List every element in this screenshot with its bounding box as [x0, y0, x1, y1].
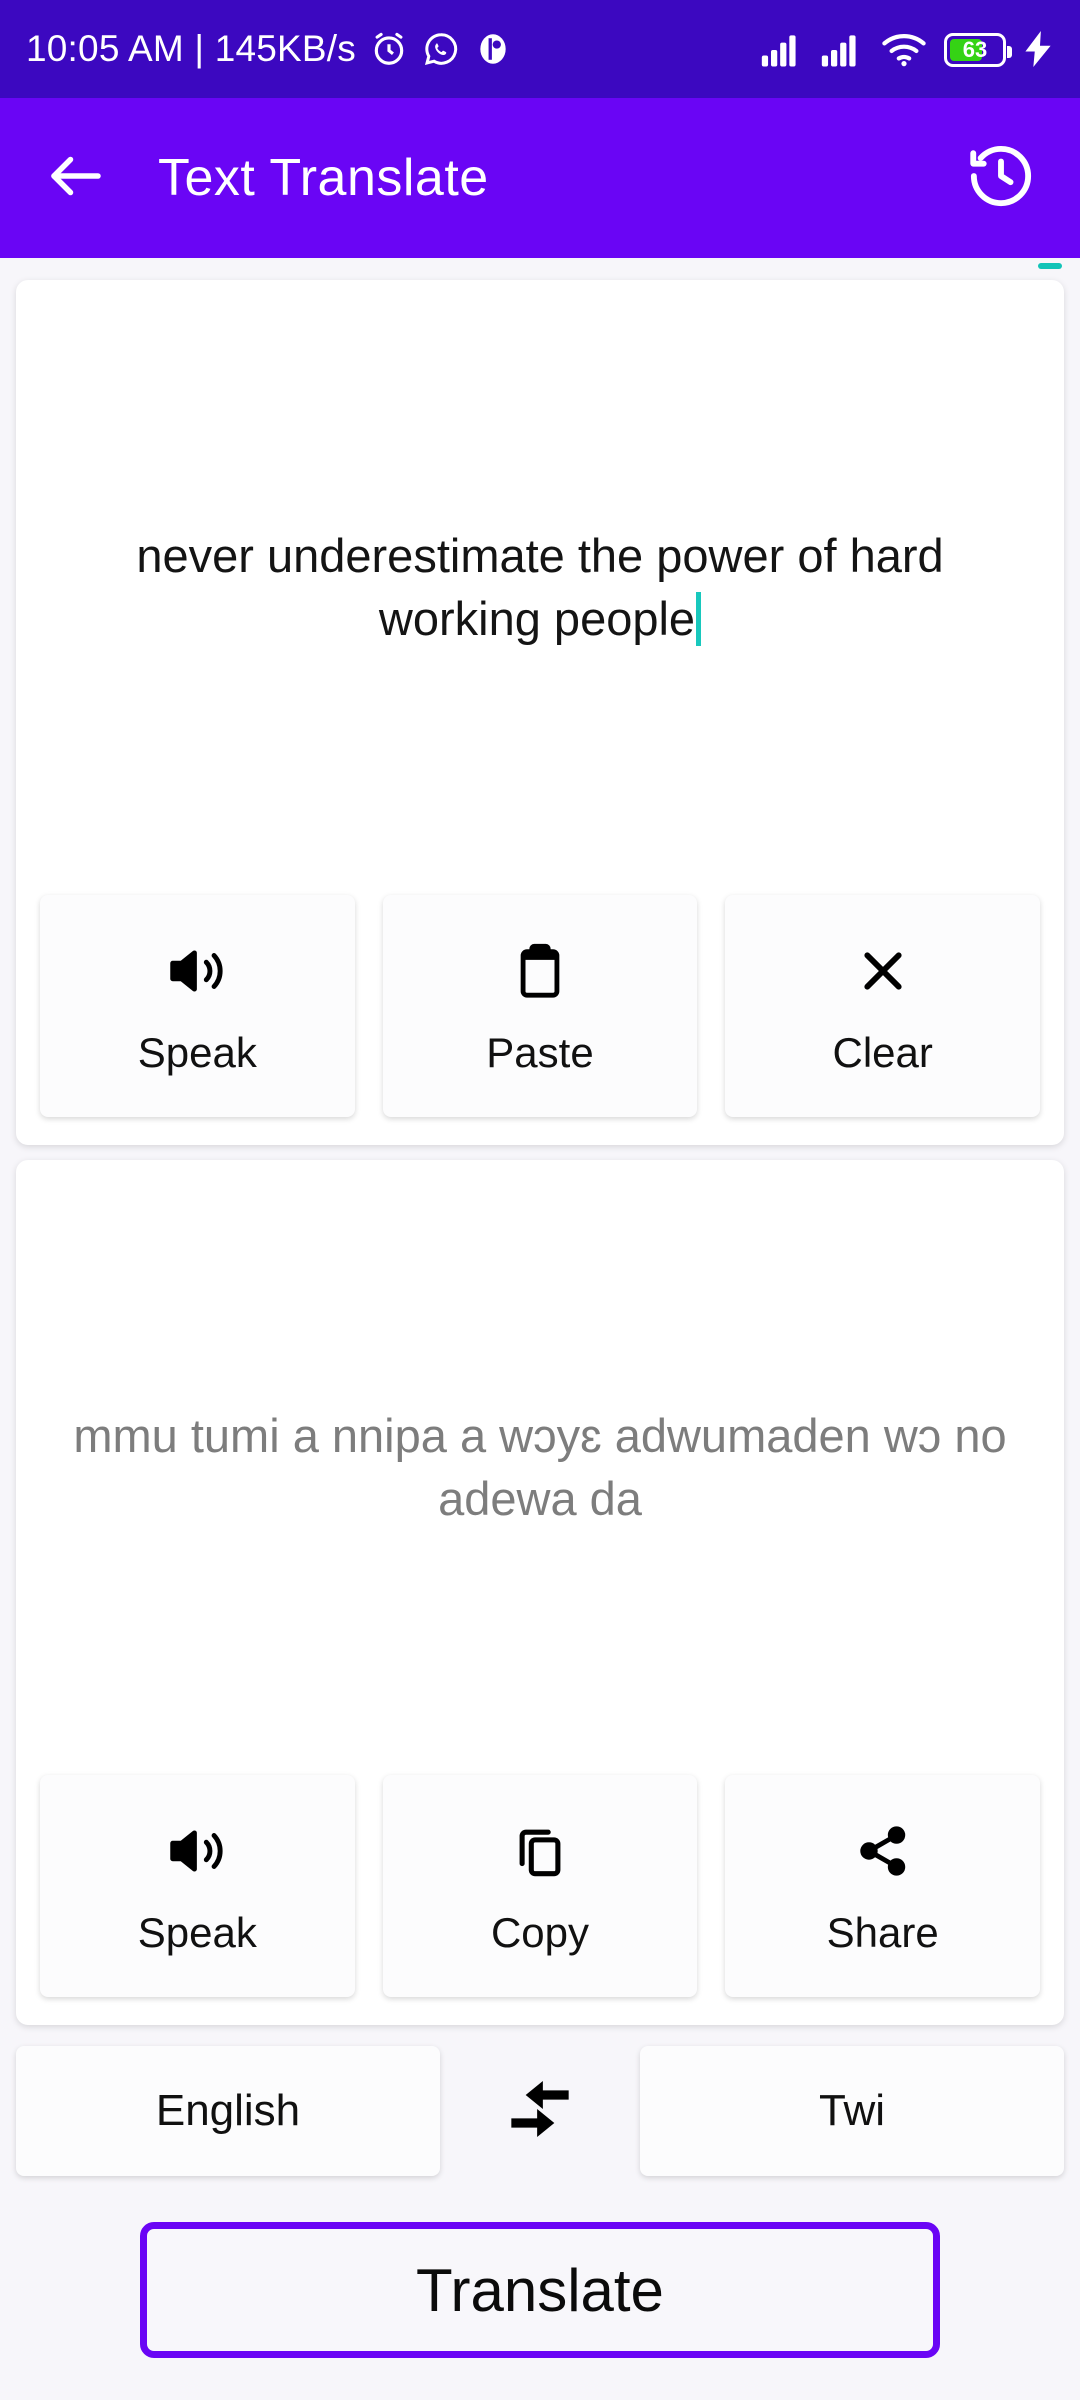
source-text-card: never underestimate the power of hard wo…	[16, 280, 1064, 1145]
target-text-card: mmu tumi a nnipa a wɔyɛ adwumaden wɔ no …	[16, 1160, 1064, 2025]
wifi-icon	[880, 31, 928, 67]
battery-indicator: 63	[944, 33, 1012, 67]
share-button[interactable]: Share	[725, 1775, 1041, 1997]
signal-bars-icon	[820, 33, 864, 67]
volume-up-icon	[166, 1815, 228, 1887]
source-language-selector[interactable]: English	[16, 2046, 440, 2176]
history-button[interactable]	[958, 135, 1044, 221]
language-selector-row: English Twi	[16, 2040, 1064, 2182]
status-clock: 10:05 AM | 145KB/s	[26, 28, 356, 69]
source-text-area[interactable]: never underestimate the power of hard wo…	[16, 280, 1064, 895]
page-title: Text Translate	[158, 149, 489, 207]
copy-button[interactable]: Copy	[382, 1775, 698, 1997]
status-bar-left: 10:05 AM | 145KB/s	[26, 28, 512, 70]
paste-label: Paste	[486, 1029, 594, 1076]
swap-languages-button[interactable]	[440, 2046, 640, 2176]
target-text-area[interactable]: mmu tumi a nnipa a wɔyɛ adwumaden wɔ no …	[16, 1160, 1064, 1775]
clipboard-icon	[511, 935, 569, 1007]
source-action-row: Speak Paste Clear	[16, 895, 1064, 1145]
translate-button[interactable]: Translate	[140, 2222, 940, 2358]
speak-source-label: Speak	[137, 1029, 257, 1076]
share-label: Share	[826, 1909, 939, 1956]
target-language-selector[interactable]: Twi	[640, 2046, 1064, 2176]
teal-indicator	[1038, 263, 1062, 269]
status-bar: 10:05 AM | 145KB/s 63	[0, 0, 1080, 98]
swap-horizontal-icon	[497, 2066, 583, 2157]
target-text-value: mmu tumi a nnipa a wɔyɛ adwumaden wɔ no …	[73, 1409, 1007, 1525]
speak-target-label: Speak	[137, 1909, 257, 1956]
charging-bolt-icon	[1022, 31, 1054, 67]
app-notification-icon	[474, 30, 512, 68]
volume-up-icon	[166, 935, 228, 1007]
copy-label: Copy	[490, 1909, 590, 1956]
signal-bars-icon	[760, 33, 804, 67]
speak-target-button[interactable]: Speak	[40, 1775, 355, 1997]
source-text-value: never underestimate the power of hard wo…	[136, 529, 944, 645]
clear-label: Clear	[832, 1029, 933, 1076]
target-action-row: Speak Copy Share	[16, 1775, 1064, 2025]
back-arrow-icon	[43, 143, 109, 214]
source-text-content: never underestimate the power of hard wo…	[64, 525, 1016, 649]
alarm-icon	[370, 30, 408, 68]
paste-button[interactable]: Paste	[382, 895, 698, 1117]
clear-button[interactable]: Clear	[725, 895, 1041, 1117]
battery-percent: 63	[962, 37, 988, 62]
back-button[interactable]	[36, 138, 116, 218]
share-nodes-icon	[854, 1815, 912, 1887]
history-icon	[964, 139, 1038, 218]
text-caret	[696, 591, 702, 646]
close-x-icon	[854, 935, 912, 1007]
app-bar: Text Translate	[0, 98, 1080, 258]
speak-source-button[interactable]: Speak	[40, 895, 355, 1117]
whatsapp-icon	[422, 30, 460, 68]
status-bar-right: 63	[760, 31, 1054, 67]
copy-icon	[511, 1815, 569, 1887]
